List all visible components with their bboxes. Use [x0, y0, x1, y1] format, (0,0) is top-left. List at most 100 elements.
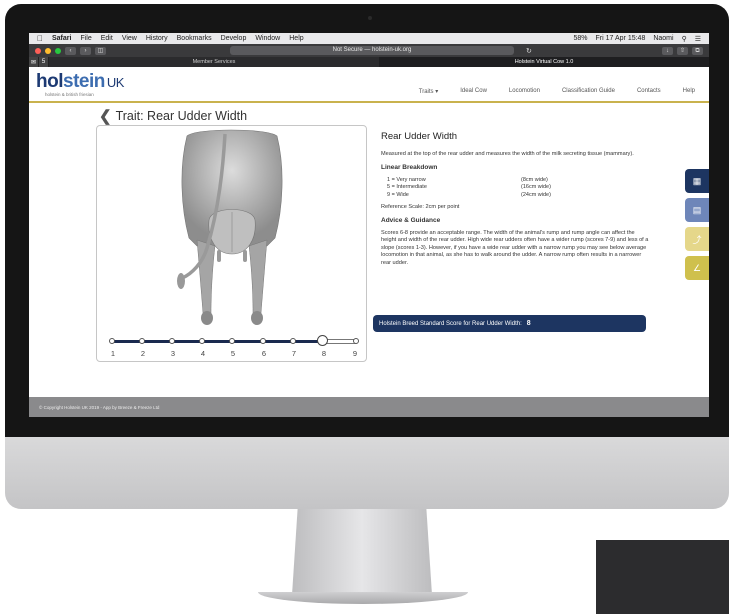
slider-tick[interactable]	[139, 338, 145, 344]
score-slider[interactable]	[109, 335, 359, 346]
trait-content: Rear Udder Width Measured at the top of …	[381, 131, 649, 272]
breed-standard-score-bar: Holstein Breed Standard Score for Rear U…	[373, 315, 646, 332]
score-label: Holstein Breed Standard Score for Rear U…	[379, 320, 522, 327]
imac-mockup:  Safari File Edit View History Bookmark…	[0, 0, 729, 614]
tabs-overview-icon[interactable]: ⧉	[692, 46, 703, 55]
slider-scale-labels: 1 2 3 4 5 6 7 8 9	[107, 349, 361, 359]
user-name[interactable]: Naomi	[653, 35, 673, 43]
close-window-button[interactable]	[35, 47, 41, 54]
main-nav: Traits ▾ Ideal Cow Locomotion Classifica…	[419, 88, 695, 95]
menu-file[interactable]: File	[80, 35, 91, 42]
screen:  Safari File Edit View History Bookmark…	[29, 33, 709, 417]
forward-button[interactable]: ›	[80, 46, 91, 55]
scale-label: 1	[110, 349, 116, 358]
nav-locomotion[interactable]: Locomotion	[509, 88, 540, 95]
trait-heading-text: Trait: Rear Udder Width	[115, 109, 248, 123]
back-chevron-icon[interactable]: ❮	[99, 107, 112, 125]
clock[interactable]: Fri 17 Apr 15:48	[596, 35, 646, 43]
side-tab-side-view-icon[interactable]: ▤	[685, 198, 709, 222]
slider-tick[interactable]	[199, 338, 205, 344]
menubar-status: 58% Fri 17 Apr 15:48 Naomi ⚲ ☰	[574, 35, 701, 43]
minimize-window-button[interactable]	[45, 47, 51, 54]
tab-holstein-virtual-cow[interactable]: Holstein Virtual Cow 1.0	[379, 57, 709, 67]
menu-window[interactable]: Window	[255, 35, 280, 42]
nav-classification-guide[interactable]: Classification Guide	[562, 88, 615, 95]
search-icon[interactable]: ⚲	[682, 35, 687, 43]
site-footer: © Copyright Holstein UK 2019 - App by Br…	[29, 397, 709, 417]
mac-menubar:  Safari File Edit View History Bookmark…	[29, 33, 709, 44]
menu-edit[interactable]: Edit	[101, 35, 113, 42]
imac-chin	[5, 437, 729, 509]
side-tab-leg-icon[interactable]: ⤴	[685, 227, 709, 251]
address-bar[interactable]: Not Secure — holstein-uk.org	[230, 46, 514, 55]
scale-label: 7	[291, 349, 297, 358]
menu-view[interactable]: View	[122, 35, 137, 42]
slider-track-remaining	[323, 339, 357, 344]
menu-history[interactable]: History	[146, 35, 168, 42]
download-icon[interactable]: ↓	[662, 46, 673, 55]
tab-member-services[interactable]: Member Services	[49, 57, 379, 67]
logo-suffix: UK	[106, 75, 125, 90]
side-tab-angle-icon[interactable]: ∠	[685, 256, 709, 280]
sidebar-toggle-icon[interactable]: ◫	[95, 46, 106, 55]
linear-row: 1 = Very narrow (8cm wide)	[387, 176, 548, 183]
advice-text: Scores 6-8 provide an acceptable range. …	[381, 229, 649, 266]
site-header: holstein UK holstein & british friesian T…	[29, 67, 709, 103]
footer-copyright: © Copyright Holstein UK 2019 - App by Br…	[39, 405, 160, 410]
page-title: ❮ Trait: Rear Udder Width	[99, 107, 247, 125]
side-tab-rear-view-icon[interactable]: ▦	[685, 169, 709, 193]
menu-help[interactable]: Help	[289, 35, 303, 42]
pinned-tab[interactable]: 5	[39, 57, 49, 67]
slider-tick[interactable]	[260, 338, 266, 344]
slider-tick[interactable]	[109, 338, 115, 344]
imac-stand	[292, 509, 432, 595]
nav-ideal-cow[interactable]: Ideal Cow	[460, 88, 487, 95]
logo-tagline: holstein & british friesian	[45, 92, 94, 97]
scale-label: 8	[321, 349, 327, 358]
cow-rear-view-image	[177, 129, 283, 325]
nav-contacts[interactable]: Contacts	[637, 88, 661, 95]
decorative-block	[596, 540, 729, 614]
reload-icon[interactable]: ↻	[526, 47, 532, 55]
share-icon[interactable]: ⇧	[677, 46, 688, 55]
logo-prefix: hol	[36, 71, 64, 92]
mail-icon[interactable]: ✉	[29, 57, 39, 67]
apple-icon[interactable]: 	[37, 34, 43, 43]
tab-bar: ✉ 5 Member Services Holstein Virtual Cow…	[29, 57, 709, 67]
imac-foot	[258, 592, 468, 604]
trait-description: Measured at the top of the rear udder an…	[381, 151, 634, 157]
scale-label: 5	[230, 349, 236, 358]
slider-tick[interactable]	[290, 338, 296, 344]
menu-bookmarks[interactable]: Bookmarks	[177, 35, 212, 42]
slider-tick[interactable]	[229, 338, 235, 344]
nav-traits[interactable]: Traits ▾	[419, 88, 438, 95]
zoom-window-button[interactable]	[55, 47, 61, 54]
scale-label: 6	[261, 349, 267, 358]
nav-help[interactable]: Help	[683, 88, 695, 95]
scale-label: 4	[200, 349, 206, 358]
linear-row: 9 = Wide (24cm wide)	[387, 191, 551, 198]
scale-label: 9	[352, 349, 358, 358]
menu-develop[interactable]: Develop	[221, 35, 247, 42]
battery-status[interactable]: 58%	[574, 35, 588, 43]
camera-icon	[368, 16, 372, 20]
score-value: 8	[526, 320, 531, 327]
slider-handle[interactable]	[317, 335, 328, 346]
reference-scale: Reference Scale: 2cm per point	[381, 204, 460, 210]
scale-label: 2	[140, 349, 146, 358]
menu-safari[interactable]: Safari	[52, 35, 71, 42]
side-tabs: ▦ ▤ ⤴ ∠	[685, 169, 709, 285]
menu-list-icon[interactable]: ☰	[695, 35, 701, 43]
back-button[interactable]: ‹	[65, 46, 76, 55]
slider-tick[interactable]	[353, 338, 359, 344]
trait-title: Rear Udder Width	[381, 131, 458, 142]
advice-heading: Advice & Guidance	[381, 216, 441, 224]
logo-accent: stein	[63, 71, 105, 92]
cow-image-panel: 1 2 3 4 5 6 7 8 9	[96, 125, 367, 362]
holstein-logo[interactable]: holstein UK holstein & british friesian	[36, 71, 125, 97]
linear-breakdown-heading: Linear Breakdown	[381, 163, 438, 171]
linear-row: 5 = Intermediate (16cm wide)	[387, 184, 551, 190]
scale-label: 3	[170, 349, 176, 358]
safari-toolbar: ‹ › ◫ Not Secure — holstein-uk.org ↻ ↓ ⇧…	[29, 44, 709, 57]
slider-tick[interactable]	[169, 338, 175, 344]
